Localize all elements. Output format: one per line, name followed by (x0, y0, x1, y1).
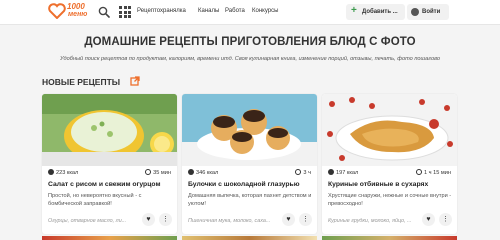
logo-number: 1000 (67, 2, 85, 11)
plus-icon: + (351, 5, 357, 16)
recipe-title[interactable]: Салат с рисом и свежим огурцом (48, 181, 173, 188)
recipe-time: 3 ч (295, 169, 311, 176)
calories-icon (328, 169, 334, 175)
recipe-card[interactable]: 197 ккал 1 ч 15 мин Куриные отбивные в с… (322, 94, 457, 234)
recipe-photo[interactable] (42, 94, 177, 166)
recipe-photo[interactable] (182, 94, 317, 166)
recipe-calories: 346 ккал (188, 169, 218, 176)
nav-item-channels[interactable]: Каналы (198, 8, 219, 14)
recipe-photo[interactable] (322, 94, 457, 166)
like-button[interactable]: ♥ (422, 213, 435, 226)
grid-menu-icon[interactable] (119, 6, 131, 18)
like-button[interactable]: ♥ (142, 213, 155, 226)
recipe-card[interactable]: 346 ккал 3 ч Булочки с шоколадной глазур… (182, 94, 317, 234)
recipe-description: Домашняя выпечка, которая пахнет детство… (188, 193, 312, 207)
add-button[interactable]: + Добавить ... (346, 4, 405, 20)
page-title: ДОМАШНИЕ РЕЦЕПТЫ ПРИГОТОВЛЕНИЯ БЛЮД С ФО… (84, 36, 416, 48)
nav-item-contests[interactable]: Конкурсы (252, 8, 278, 14)
more-button[interactable]: ⋮ (299, 213, 312, 226)
more-button[interactable]: ⋮ (159, 213, 172, 226)
recipe-time: 1 ч 15 мин (416, 169, 451, 176)
recipe-card-preview[interactable] (322, 236, 457, 240)
calories-value: 346 ккал (196, 170, 219, 176)
search-icon[interactable] (98, 6, 110, 18)
nav-item-jobs[interactable]: Работа (225, 8, 245, 14)
recipe-ingredients: Огурцы, отварное масло, ли... (48, 218, 127, 224)
recipe-description: Хрустящие снаружи, нежные и сочные внутр… (328, 193, 452, 207)
calories-icon (188, 169, 194, 175)
site-logo[interactable]: 1000 меню (48, 2, 94, 22)
heart-icon: ♥ (286, 216, 291, 223)
page-subtitle: Удобный поиск рецептов по продуктам, кал… (60, 56, 440, 62)
calories-value: 223 ккал (56, 170, 79, 176)
clock-icon (416, 169, 423, 175)
time-value: 1 ч 15 мин (424, 170, 451, 176)
like-button[interactable]: ♥ (282, 213, 295, 226)
heart-logo-icon (48, 3, 66, 19)
top-navigation-bar: 1000 меню Рецептохранялка Каналы Работа … (0, 0, 500, 25)
login-button-label: Войти (422, 9, 441, 15)
recipe-ingredients: Куриные грудки, молоко, яйцо, ... (328, 218, 412, 224)
recipe-title[interactable]: Куриные отбивные в сухарях (328, 181, 453, 188)
recipe-time: 35 мин (145, 169, 171, 176)
recipe-card[interactable]: 223 ккал 35 мин Салат с рисом и свежим о… (42, 94, 177, 234)
recipe-card-preview[interactable] (42, 236, 177, 240)
recipe-card-preview[interactable] (182, 236, 317, 240)
calories-value: 197 ккал (336, 170, 359, 176)
more-button[interactable]: ⋮ (439, 213, 452, 226)
login-button[interactable]: Войти (407, 4, 449, 20)
external-link-icon[interactable] (130, 76, 140, 86)
recipe-calories: 223 ккал (48, 169, 78, 176)
heart-icon: ♥ (426, 216, 431, 223)
recipe-calories: 197 ккал (328, 169, 358, 176)
clock-icon (145, 169, 152, 175)
user-icon (411, 8, 419, 16)
calories-icon (48, 169, 54, 175)
more-icon: ⋮ (442, 216, 449, 223)
clock-icon (295, 169, 302, 175)
nav-item-recipe-box[interactable]: Рецептохранялка (137, 8, 186, 14)
recipe-ingredients: Пшеничная мука, молоко, саха... (188, 218, 271, 224)
logo-word: меню (68, 11, 88, 18)
recipe-description: Простой, но невероятно вкусный - с бомби… (48, 193, 142, 207)
time-value: 3 ч (303, 170, 311, 176)
section-title[interactable]: НОВЫЕ РЕЦЕПТЫ (42, 77, 120, 87)
recipe-title[interactable]: Булочки с шоколадной глазурью (188, 181, 313, 188)
add-button-label: Добавить ... (362, 9, 398, 15)
more-icon: ⋮ (302, 216, 309, 223)
more-icon: ⋮ (162, 216, 169, 223)
time-value: 35 мин (153, 170, 171, 176)
heart-icon: ♥ (146, 216, 151, 223)
